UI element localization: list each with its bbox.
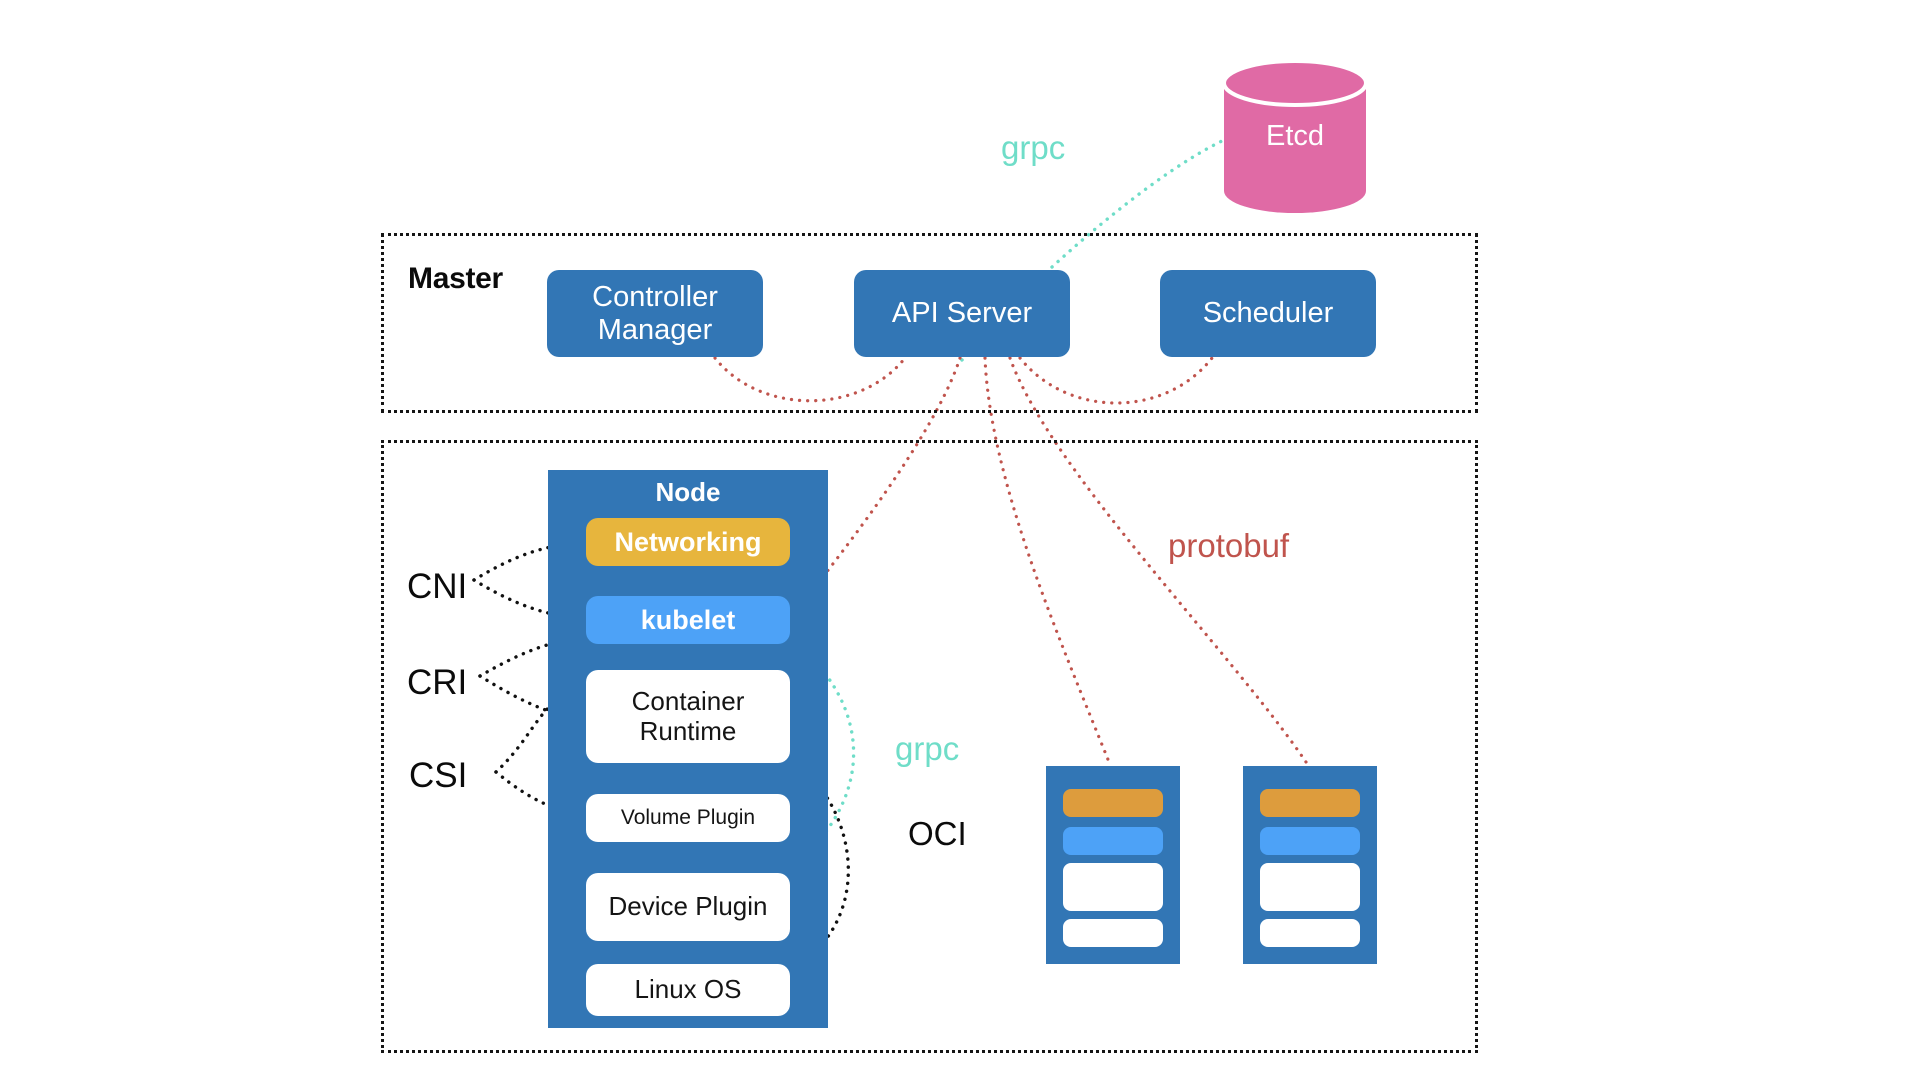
node-item-networking[interactable]: Networking — [586, 518, 790, 566]
node-item-kubelet[interactable]: kubelet — [586, 596, 790, 644]
node-item-container-runtime[interactable]: Container Runtime — [586, 670, 790, 763]
device-plugin-label: Device Plugin — [608, 891, 768, 922]
master-group-label: Master — [408, 262, 503, 295]
node-item-device-plugin[interactable]: Device Plugin — [586, 873, 790, 941]
interface-label-csi: CSI — [409, 756, 468, 795]
api-server-label: API Server — [891, 297, 1033, 330]
etcd-label: Etcd — [1265, 120, 1325, 152]
master-component-api-server[interactable]: API Server — [854, 270, 1070, 357]
master-component-controller-manager[interactable]: Controller Manager — [547, 270, 763, 357]
worker-pod-2-bars — [1260, 789, 1360, 947]
linux-os-label: Linux OS — [634, 974, 742, 1005]
container-runtime-label: Container Runtime — [631, 686, 745, 746]
protocol-label-protobuf: protobuf — [1168, 527, 1290, 564]
worker-pod-1-bars — [1063, 789, 1163, 947]
node-item-linux-os[interactable]: Linux OS — [586, 964, 790, 1016]
controller-manager-label: Controller Manager — [592, 281, 718, 346]
networking-label: Networking — [614, 526, 762, 557]
node-title: Node — [655, 477, 721, 507]
kubelet-label: kubelet — [640, 604, 736, 635]
diagram-canvas: Master Controller Manager API Server Sche… — [0, 0, 1920, 1080]
protocol-label-grpc-node: grpc — [895, 730, 960, 767]
interface-label-cri: CRI — [407, 663, 468, 702]
volume-plugin-label: Volume Plugin — [620, 806, 756, 830]
interface-label-cni: CNI — [407, 567, 468, 606]
node-item-volume-plugin[interactable]: Volume Plugin — [586, 794, 790, 842]
scheduler-label: Scheduler — [1202, 297, 1334, 330]
worker-pod-1[interactable] — [1046, 766, 1180, 964]
protocol-label-oci: OCI — [908, 815, 967, 852]
worker-pod-2[interactable] — [1243, 766, 1377, 964]
protocol-label-grpc-etcd: grpc — [1001, 129, 1066, 166]
master-component-scheduler[interactable]: Scheduler — [1160, 270, 1376, 357]
